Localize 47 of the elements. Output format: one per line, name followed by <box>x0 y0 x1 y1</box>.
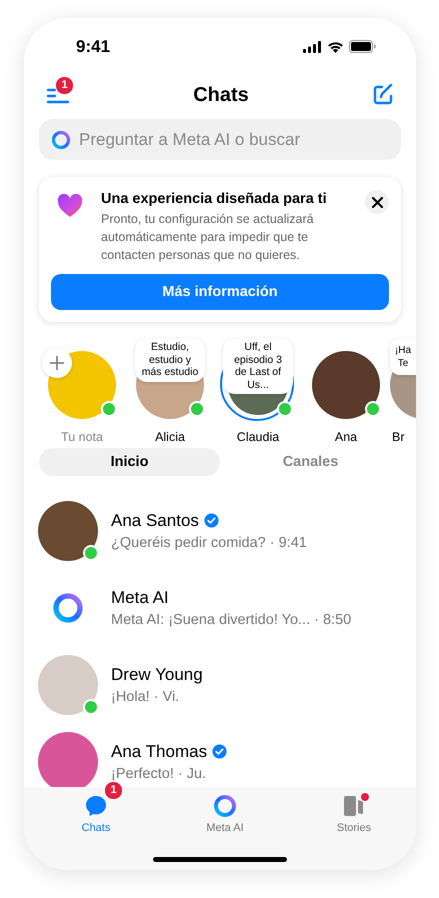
message-preview: ¡Perfecto! · Ju. <box>111 766 208 782</box>
contact-name: Claudia <box>236 430 280 444</box>
chat-name: Meta AI <box>111 588 169 608</box>
stories-icon <box>342 794 366 818</box>
chat-name: Drew Young <box>111 664 203 684</box>
more-info-button[interactable]: Más información <box>51 274 389 310</box>
chat-bubble-icon <box>84 794 108 818</box>
close-icon <box>372 196 382 208</box>
chat-row[interactable]: Drew Young ¡Hola! · Vi. <box>24 646 416 723</box>
chat-row[interactable]: Ana Santos ¿Queréis pedir comida? · 9:41 <box>24 492 416 569</box>
notice-text: Pronto, tu configuración se actualizará automáticamente para impedir que te contacten personas que no quieres. <box>101 211 315 264</box>
meta-ai-ring-icon <box>51 130 71 150</box>
tab[interactable]: Canales <box>220 448 401 476</box>
note-tooltip: Uff, el episodio 3 de Last of Us... <box>223 338 293 394</box>
message-preview: Meta AI: ¡Suena divertido! Yo... · 8:50 <box>111 612 352 628</box>
close-button[interactable] <box>365 190 389 214</box>
signal-icon <box>303 40 322 52</box>
message-preview: ¿Queréis pedir comida? · 9:41 <box>111 534 307 550</box>
screen-title: Chats <box>193 84 249 107</box>
compose-icon <box>372 84 394 106</box>
nav-tab[interactable]: Stories <box>324 793 384 834</box>
notification-badge: 1 <box>104 781 123 800</box>
search-input[interactable]: Preguntar a Meta AI o buscar <box>79 130 389 150</box>
meta-ai-ring-icon <box>52 592 84 624</box>
battery-icon <box>349 40 376 53</box>
status-time: 9:41 <box>76 36 110 56</box>
heart-icon <box>57 194 83 218</box>
contact-name: Ana <box>334 430 358 444</box>
chat-name: Ana Santos <box>111 510 199 530</box>
add-note-button[interactable] <box>42 348 72 378</box>
contact-name: Br <box>392 430 404 444</box>
meta-ai-ring-icon <box>213 794 237 818</box>
note-tooltip: ¡Ha Te <box>390 338 416 375</box>
contact-name: Tu nota <box>61 430 103 444</box>
note-tooltip: Estudio, estudio y más estudio <box>135 338 205 382</box>
nav-tab[interactable]: Meta AI <box>195 793 255 834</box>
wifi-icon <box>327 40 344 52</box>
notification-badge: 1 <box>55 76 74 94</box>
tab[interactable]: Inicio <box>39 448 220 476</box>
chat-name: Ana Thomas <box>111 742 208 762</box>
contact-name: Alicia <box>155 430 185 444</box>
plus-icon <box>49 355 65 371</box>
notice-title: Una experiencia diseñada para ti <box>101 191 328 207</box>
chat-row[interactable]: Meta AI Meta AI: ¡Suena divertido! Yo... · 8:50 <box>24 569 416 646</box>
avatar-photo-placeholder <box>38 732 98 787</box>
message-preview: ¡Hola! · Vi. <box>111 688 180 704</box>
search-field[interactable]: Preguntar a Meta AI o buscar <box>39 119 401 160</box>
